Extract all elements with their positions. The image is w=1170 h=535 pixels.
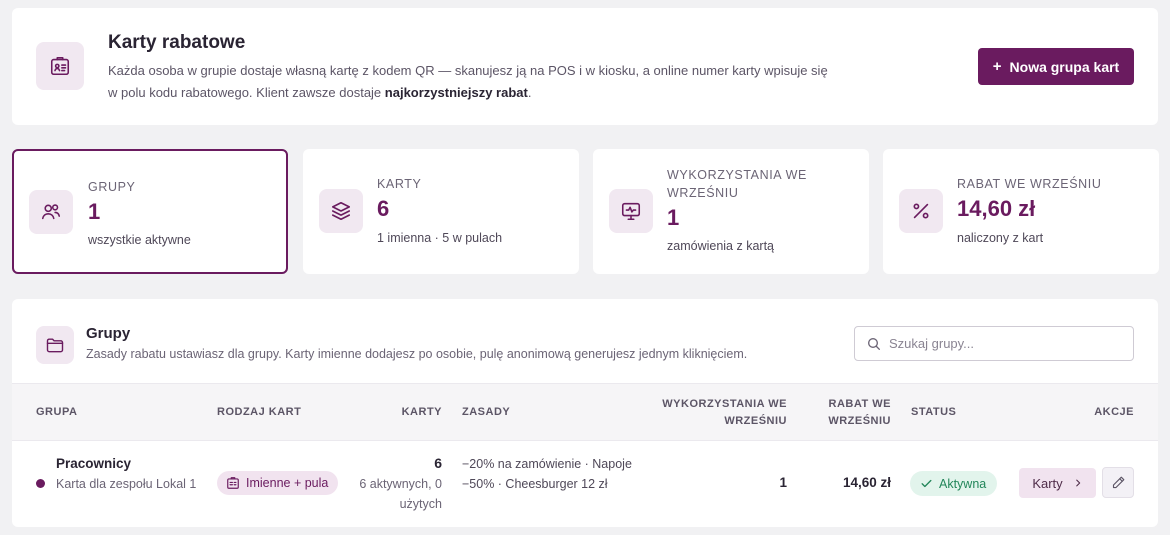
stat-value: 1 xyxy=(667,205,680,230)
search-input[interactable] xyxy=(889,328,1129,359)
stat-card-discount[interactable]: RABAT WE WRZEŚNIU 14,60 zł naliczony z k… xyxy=(883,149,1159,274)
groups-title: Grupy xyxy=(86,325,131,342)
group-search[interactable] xyxy=(854,326,1134,361)
folder-icon xyxy=(36,326,74,364)
page-title: Karty rabatowe xyxy=(108,32,246,53)
id-badge-icon xyxy=(36,42,84,90)
group-subtitle: Karta dla zespołu Lokal 1 xyxy=(56,477,197,491)
stat-value: 1 xyxy=(88,199,101,224)
column-header-uses[interactable]: WYKORZYSTANIA WE WRZEŚNIU xyxy=(652,396,787,430)
stat-value: 6 xyxy=(377,196,390,221)
card-type-badge: Imienne + pula xyxy=(217,471,339,495)
group-name[interactable]: Pracownicy xyxy=(56,454,131,474)
table-row[interactable]: Pracownicy Karta dla zespołu Lokal 1 Imi… xyxy=(12,442,1158,527)
search-icon xyxy=(868,338,880,350)
column-header-actions: AKCJE xyxy=(1094,406,1134,418)
uses-count: 1 xyxy=(779,475,787,490)
id-card-icon xyxy=(227,477,239,489)
percent-icon xyxy=(899,189,943,233)
groups-description: Zasady rabatu ustawiasz dla grupy. Karty… xyxy=(86,347,748,361)
stat-label: RABAT WE WRZEŚNIU xyxy=(957,177,1102,191)
stat-card-uses[interactable]: WYKORZYSTANIA WE WRZEŚNIU 1 zamówienia z… xyxy=(593,149,869,274)
stat-sub: 1 imienna · 5 w pulach xyxy=(377,231,503,245)
cards-detail: 6 aktywnych, 0 użytych xyxy=(359,477,442,511)
column-header-rules[interactable]: ZASADY xyxy=(462,404,510,421)
new-card-group-button[interactable]: + Nowa grupa kart xyxy=(978,48,1134,85)
status-badge: Aktywna xyxy=(910,471,998,496)
column-header-card-type[interactable]: RODZAJ KART xyxy=(217,404,301,421)
stat-card-groups[interactable]: GRUPY 1 wszystkie aktywne xyxy=(12,149,288,274)
cards-button[interactable]: Karty xyxy=(1019,468,1096,498)
stat-label: KARTY xyxy=(377,177,422,191)
stat-sub: zamówienia z kartą xyxy=(667,239,774,253)
column-header-cards[interactable]: KARTY xyxy=(342,404,442,421)
stat-value: 14,60 zł xyxy=(957,196,1036,221)
column-header-status[interactable]: STATUS xyxy=(911,404,956,421)
check-icon xyxy=(921,479,932,488)
pencil-icon xyxy=(1112,476,1124,489)
page-description: Każda osoba w grupie dostaje własną kart… xyxy=(108,63,828,100)
stat-card-cards[interactable]: KARTY 6 1 imienna · 5 w pulach xyxy=(303,149,579,274)
discount-amount: 14,60 zł xyxy=(842,475,891,490)
stat-label: GRUPY xyxy=(88,180,136,194)
best-discount-highlight: najkorzystniejszy rabat xyxy=(384,85,528,100)
chevron-right-icon xyxy=(1075,479,1080,487)
column-header-group[interactable]: GRUPA xyxy=(36,404,77,421)
column-header-discount[interactable]: RABAT WE WRZEŚNIU xyxy=(817,396,891,430)
edit-button[interactable] xyxy=(1102,467,1134,498)
plus-icon: + xyxy=(992,58,1002,75)
groups-card: Grupy Zasady rabatu ustawiasz dla grupy.… xyxy=(12,299,1158,527)
group-color-dot xyxy=(36,479,45,488)
stat-label: WYKORZYSTANIA WE WRZEŚNIU xyxy=(667,168,807,200)
table-header: GRUPA RODZAJ KART KARTY ZASADY WYKORZYST… xyxy=(12,383,1158,441)
users-icon xyxy=(29,190,73,234)
discount-rules: −20% na zamówienie · Napoje −50% · Chees… xyxy=(462,457,632,491)
header-card: Karty rabatowe Każda osoba w grupie dost… xyxy=(12,8,1158,125)
stat-sub: wszystkie aktywne xyxy=(88,233,191,247)
monitor-pulse-icon xyxy=(609,189,653,233)
cards-count: 6 xyxy=(434,455,442,471)
stat-sub: naliczony z kart xyxy=(957,231,1044,245)
layers-icon xyxy=(319,189,363,233)
